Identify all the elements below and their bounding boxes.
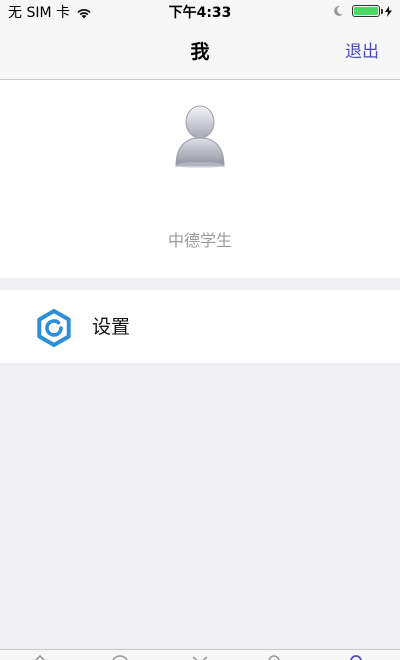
tab-bar [0,649,400,660]
logout-button[interactable]: 退出 [345,41,379,63]
user-name: 中德学生 [167,231,232,250]
charging-bolt-icon [385,5,392,17]
settings-label: 设置 [92,316,131,338]
gear-icon [37,309,71,347]
person-avatar-icon [175,105,225,168]
battery-level-fill [354,7,378,15]
status-bar: 无 SIM 卡 下午4:33 [0,0,400,26]
status-right [332,5,392,17]
navigation-bar: 我 退出 [0,26,400,80]
message-icon[interactable] [110,654,130,660]
home-icon[interactable] [30,654,50,660]
battery-icon [352,5,380,17]
profile-icon[interactable] [346,654,366,660]
contacts-icon[interactable] [264,654,284,660]
profile-header: 中德学生 [0,80,400,278]
page-title: 我 [190,41,210,63]
battery-cap [381,8,383,14]
moon-icon [334,5,343,16]
settings-row[interactable]: 设置 [0,290,400,363]
discover-icon[interactable] [190,654,210,660]
